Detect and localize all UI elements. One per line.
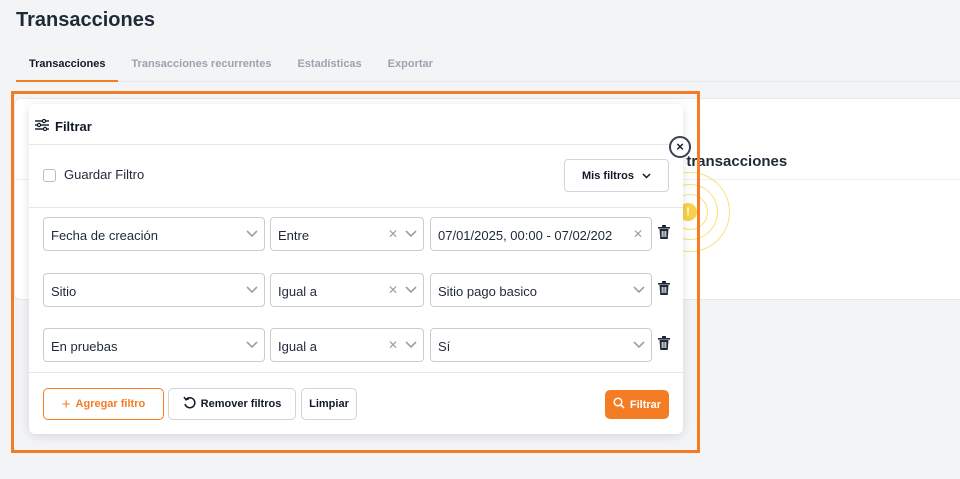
tab-exportar[interactable]: Exportar bbox=[375, 50, 446, 82]
value-select-value: Sí bbox=[438, 339, 451, 354]
undo-icon bbox=[183, 396, 196, 412]
date-range-input[interactable]: 07/01/2025, 00:00 - 07/02/202 ✕ bbox=[430, 217, 652, 251]
field-select-value: Sitio bbox=[51, 284, 77, 299]
save-filter-label[interactable]: Guardar Filtro bbox=[64, 167, 144, 182]
tab-bar: Transacciones Transacciones recurrentes … bbox=[16, 50, 960, 82]
close-icon[interactable]: ✕ bbox=[633, 227, 643, 241]
field-select[interactable]: Fecha de creación bbox=[43, 217, 265, 251]
trash-icon[interactable] bbox=[658, 281, 670, 298]
clear-label: Limpiar bbox=[309, 398, 349, 410]
chevron-down-icon bbox=[405, 337, 417, 352]
value-select-value: Sitio pago basico bbox=[438, 284, 538, 299]
search-icon bbox=[613, 397, 625, 412]
clear-button[interactable]: Limpiar bbox=[301, 388, 357, 420]
sliders-icon bbox=[35, 118, 49, 134]
filter-panel-title: Filtrar bbox=[55, 119, 92, 134]
add-filter-label: Agregar filtro bbox=[75, 398, 146, 410]
value-select[interactable]: Sitio pago basico bbox=[430, 273, 652, 307]
tab-transacciones-recurrentes[interactable]: Transacciones recurrentes bbox=[118, 50, 284, 82]
my-filters-label: Mis filtros bbox=[582, 169, 634, 182]
tab-transacciones[interactable]: Transacciones bbox=[16, 50, 119, 82]
operator-select-value: Igual a bbox=[278, 339, 318, 354]
chevron-down-icon bbox=[405, 226, 417, 241]
field-select-value: Fecha de creación bbox=[51, 228, 158, 243]
field-select[interactable]: En pruebas bbox=[43, 328, 265, 362]
close-icon[interactable]: ✕ bbox=[388, 283, 398, 297]
chevron-down-icon bbox=[246, 337, 258, 352]
chevron-down-icon bbox=[405, 282, 417, 297]
tab-estadisticas[interactable]: Estadísticas bbox=[284, 50, 374, 82]
value-select[interactable]: Sí bbox=[430, 328, 652, 362]
filter-row: Sitio Igual a ✕ Sitio pago basico bbox=[43, 273, 683, 307]
remove-filters-button[interactable]: Remover filtros bbox=[168, 388, 296, 420]
add-filter-button[interactable]: + Agregar filtro bbox=[43, 388, 164, 420]
chevron-down-icon bbox=[642, 170, 651, 182]
close-icon[interactable]: × bbox=[669, 136, 691, 158]
chevron-down-icon bbox=[633, 337, 645, 352]
my-filters-dropdown[interactable]: Mis filtros bbox=[564, 159, 669, 192]
apply-filter-label: Filtrar bbox=[629, 398, 662, 411]
close-icon[interactable]: ✕ bbox=[388, 227, 398, 241]
chevron-down-icon bbox=[246, 226, 258, 241]
filter-panel-footer: + Agregar filtro Remover filtros Limpiar… bbox=[29, 372, 683, 434]
field-select[interactable]: Sitio bbox=[43, 273, 265, 307]
apply-filter-button[interactable]: Filtrar bbox=[605, 390, 669, 419]
save-filter-row: Guardar Filtro Mis filtros bbox=[29, 144, 683, 208]
close-icon[interactable]: ✕ bbox=[388, 338, 398, 352]
filter-row: En pruebas Igual a ✕ Sí bbox=[43, 328, 683, 362]
operator-select-value: Igual a bbox=[278, 284, 318, 299]
operator-select[interactable]: Igual a ✕ bbox=[270, 273, 424, 307]
trash-icon[interactable] bbox=[658, 336, 670, 353]
date-range-value: 07/01/2025, 00:00 - 07/02/202 bbox=[438, 228, 613, 243]
trash-icon[interactable] bbox=[658, 225, 670, 242]
operator-select-value: Entre bbox=[278, 228, 310, 243]
filter-row: Fecha de creación Entre ✕ 07/01/2025, 00… bbox=[43, 217, 683, 251]
filter-panel: Filtrar Guardar Filtro Mis filtros Fecha… bbox=[29, 104, 683, 434]
operator-select[interactable]: Igual a ✕ bbox=[270, 328, 424, 362]
chevron-down-icon bbox=[246, 282, 258, 297]
remove-filters-label: Remover filtros bbox=[200, 398, 282, 410]
chevron-down-icon bbox=[633, 282, 645, 297]
filter-panel-header: Filtrar bbox=[35, 118, 92, 134]
page-title: Transacciones bbox=[16, 9, 155, 31]
operator-select[interactable]: Entre ✕ bbox=[270, 217, 424, 251]
plus-icon: + bbox=[61, 395, 71, 413]
field-select-value: En pruebas bbox=[51, 339, 118, 354]
save-filter-checkbox[interactable] bbox=[43, 169, 56, 182]
